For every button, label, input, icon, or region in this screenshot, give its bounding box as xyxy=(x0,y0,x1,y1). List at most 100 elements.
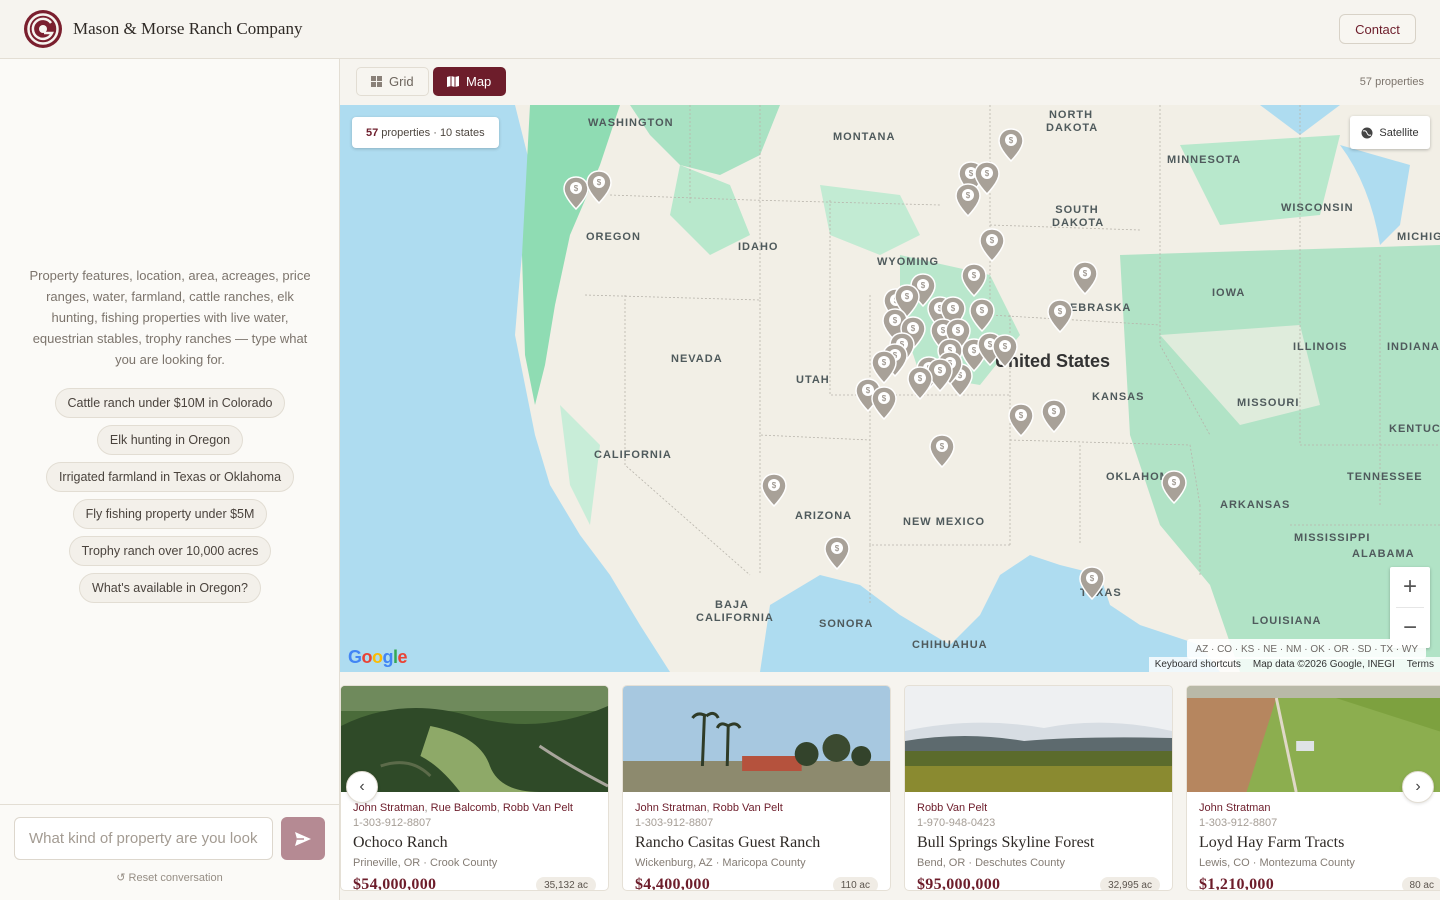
property-pin-icon[interactable]: $ xyxy=(824,536,850,570)
property-pin-icon[interactable]: $ xyxy=(929,434,955,468)
suggestion-chip[interactable]: Cattle ranch under $10M in Colorado xyxy=(54,388,286,418)
state-label: NORTH DAKOTA xyxy=(1046,109,1099,134)
state-label: WISCONSIN xyxy=(1281,202,1354,214)
reset-conversation-link[interactable]: ↺ Reset conversation xyxy=(0,871,339,884)
property-pin-icon[interactable]: $ xyxy=(1047,299,1073,333)
state-label: KENTUCK xyxy=(1389,423,1440,435)
property-pin-icon[interactable]: $ xyxy=(907,366,933,400)
property-photo xyxy=(341,686,608,792)
svg-text:$: $ xyxy=(1058,307,1063,316)
svg-text:$: $ xyxy=(1009,136,1014,145)
property-title[interactable]: Loyd Hay Farm Tracts xyxy=(1199,834,1344,852)
suggestion-chip[interactable]: Trophy ranch over 10,000 acres xyxy=(68,536,272,566)
search-intro-text: Property features, location, area, acrea… xyxy=(29,268,311,367)
carousel-prev-button[interactable]: ‹ xyxy=(346,771,378,803)
agent-link[interactable]: Robb Van Pelt xyxy=(713,802,783,814)
property-title[interactable]: Bull Springs Skyline Forest xyxy=(917,834,1094,852)
state-label: IOWA xyxy=(1212,287,1246,299)
agent-link[interactable]: John Stratman xyxy=(635,802,707,814)
property-pin-icon[interactable]: $ xyxy=(1041,399,1067,433)
map-icon xyxy=(447,76,459,87)
property-photo xyxy=(905,686,1172,792)
svg-text:$: $ xyxy=(918,374,923,383)
state-label: BAJA CALIFORNIA xyxy=(696,599,774,624)
state-filter-list: AZ · CO · KS · NE · NM · OK · OR · SD · … xyxy=(1187,639,1426,659)
svg-text:$: $ xyxy=(574,184,579,193)
state-label: ARIZONA xyxy=(795,510,853,522)
map-view-label: Map xyxy=(466,74,492,89)
agent-phone[interactable]: 1-970-948-0423 xyxy=(917,817,995,829)
state-label: WASHINGTON xyxy=(588,117,674,129)
chat-sidebar: Property features, location, area, acrea… xyxy=(0,59,340,900)
property-pin-icon[interactable]: $ xyxy=(1072,261,1098,295)
agent-list: John Stratman xyxy=(1199,802,1271,814)
property-pin-icon[interactable]: $ xyxy=(871,386,897,420)
property-pin-icon[interactable]: $ xyxy=(955,183,981,217)
property-title[interactable]: Rancho Casitas Guest Ranch xyxy=(635,834,820,852)
property-pin-icon[interactable]: $ xyxy=(1008,403,1034,437)
suggestion-chip[interactable]: Irrigated farmland in Texas or Oklahoma xyxy=(45,462,295,492)
property-pin-icon[interactable]: $ xyxy=(1161,470,1187,504)
property-pin-icon[interactable]: $ xyxy=(992,334,1018,368)
property-title[interactable]: Ochoco Ranch xyxy=(353,834,448,852)
map-summary-text: properties · 10 states xyxy=(381,126,485,139)
svg-text:$: $ xyxy=(772,481,777,490)
agent-phone[interactable]: 1-303-912-8807 xyxy=(353,817,431,829)
globe-icon xyxy=(1361,127,1373,138)
suggestion-chip[interactable]: Fly fishing property under $5M xyxy=(72,499,268,529)
carousel-next-button[interactable]: › xyxy=(1402,771,1434,803)
svg-text:$: $ xyxy=(940,442,945,451)
property-pin-icon[interactable]: $ xyxy=(961,263,987,297)
property-card[interactable]: Robb Van Pelt 1-970-948-0423 Bull Spring… xyxy=(904,685,1173,891)
agent-link[interactable]: John Stratman xyxy=(1199,802,1271,814)
property-pin-icon[interactable]: $ xyxy=(998,128,1024,162)
property-pin-icon[interactable]: $ xyxy=(586,170,612,204)
keyboard-shortcuts-link[interactable]: Keyboard shortcuts xyxy=(1155,659,1241,670)
property-pin-icon[interactable]: $ xyxy=(979,228,1005,262)
svg-text:$: $ xyxy=(985,169,990,178)
brand-logo-icon[interactable] xyxy=(23,9,63,49)
state-label: WYOMING xyxy=(877,256,939,268)
svg-text:$: $ xyxy=(980,306,985,315)
grid-view-label: Grid xyxy=(389,74,414,89)
svg-text:$: $ xyxy=(835,544,840,553)
state-label: MISSOURI xyxy=(1237,397,1300,409)
property-card[interactable]: John Stratman, Rue Balcomb, Robb Van Pel… xyxy=(340,685,609,891)
agent-link[interactable]: Robb Van Pelt xyxy=(917,802,987,814)
svg-text:$: $ xyxy=(1172,478,1177,487)
agent-link[interactable]: Robb Van Pelt xyxy=(503,802,573,814)
satellite-toggle[interactable]: Satellite xyxy=(1350,116,1430,149)
state-label: LOUISIANA xyxy=(1252,615,1322,627)
map-view-button[interactable]: Map xyxy=(433,67,506,96)
property-pin-icon[interactable]: $ xyxy=(969,298,995,332)
send-button[interactable] xyxy=(281,817,325,860)
suggestion-chip[interactable]: What's available in Oregon? xyxy=(79,573,261,603)
property-card[interactable]: John Stratman, Robb Van Pelt 1-303-912-8… xyxy=(622,685,891,891)
agent-list: John Stratman, Robb Van Pelt xyxy=(635,802,783,814)
svg-text:$: $ xyxy=(882,358,887,367)
svg-text:$: $ xyxy=(597,178,602,187)
chevron-left-icon: ‹ xyxy=(359,778,365,795)
grid-view-button[interactable]: Grid xyxy=(356,67,429,96)
state-label: ARKANSAS xyxy=(1220,499,1291,511)
property-pin-icon[interactable]: $ xyxy=(1079,566,1105,600)
chat-input-bar: ↺ Reset conversation xyxy=(0,804,339,900)
agent-phone[interactable]: 1-303-912-8807 xyxy=(635,817,713,829)
map-summary-chip: 57 properties · 10 states xyxy=(352,117,499,148)
property-map[interactable]: WASHINGTON MONTANA NORTH DAKOTA MINNESOT… xyxy=(340,105,1440,672)
agent-link[interactable]: Rue Balcomb xyxy=(431,802,497,814)
contact-button[interactable]: Contact xyxy=(1339,14,1416,44)
property-location: Wickenburg, AZ · Maricopa County xyxy=(635,857,806,869)
agent-phone[interactable]: 1-303-912-8807 xyxy=(1199,817,1277,829)
agent-link[interactable]: John Stratman xyxy=(353,802,425,814)
terms-link[interactable]: Terms xyxy=(1407,659,1434,670)
suggestion-chip[interactable]: Elk hunting in Oregon xyxy=(96,425,244,455)
svg-text:$: $ xyxy=(921,281,926,290)
svg-text:$: $ xyxy=(938,366,943,375)
property-pin-icon[interactable]: $ xyxy=(761,473,787,507)
chat-input[interactable] xyxy=(14,817,273,860)
zoom-in-button[interactable]: + xyxy=(1390,567,1430,607)
state-label: CALIFORNIA xyxy=(594,449,672,461)
brand-name[interactable]: Mason & Morse Ranch Company xyxy=(73,19,302,39)
property-price: $4,400,000 xyxy=(635,876,710,891)
